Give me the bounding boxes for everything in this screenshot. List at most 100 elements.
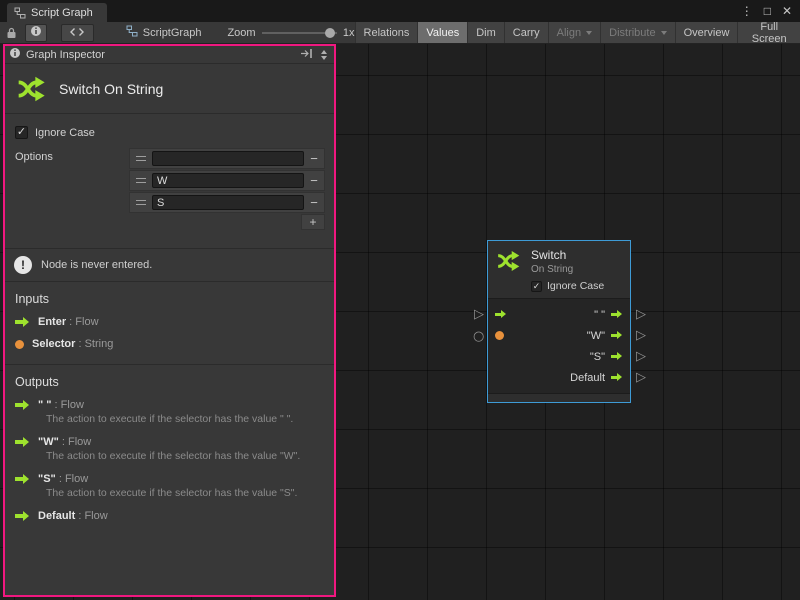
option-input[interactable] — [152, 195, 304, 210]
toolbar-button-dim[interactable]: Dim — [467, 22, 504, 43]
port-triangle-icon[interactable]: ▷ — [636, 350, 649, 363]
node-type-title: Switch On String — [59, 81, 163, 97]
port-circle-icon[interactable]: ○ — [473, 330, 486, 343]
toolbar-button-relations[interactable]: Relations — [355, 22, 418, 43]
input-port-row: SelectorString — [15, 338, 324, 350]
dock-icon[interactable] — [300, 48, 313, 62]
lock-icon[interactable] — [6, 27, 17, 39]
scroll-down-icon[interactable] — [321, 56, 327, 60]
options-label: Options — [13, 148, 129, 163]
code-icon — [70, 25, 84, 40]
warning-text: Node is never entered. — [41, 259, 152, 271]
script-graph-tab-icon — [14, 7, 26, 19]
output-port-row: "S"Flow — [15, 473, 324, 485]
node-body: " " "W" "S" Default — [488, 299, 630, 393]
inputs-header: Inputs — [15, 292, 324, 306]
scroll-up-icon[interactable] — [321, 50, 327, 54]
flow-input-port[interactable] — [495, 310, 507, 319]
remove-option-button[interactable]: − — [304, 193, 324, 212]
tab-title: Script Graph — [31, 7, 93, 19]
flow-output-port[interactable] — [611, 373, 623, 382]
remove-option-button[interactable]: − — [304, 171, 324, 190]
output-port-description: The action to execute if the selector ha… — [46, 413, 324, 425]
add-option-button[interactable]: + — [301, 214, 325, 230]
flow-port-icon — [15, 400, 30, 411]
window-titlebar: Script Graph ⋮ □ ✕ — [0, 0, 800, 22]
toolbar-button-align[interactable]: Align — [548, 22, 600, 43]
output-port-label: " " — [594, 309, 605, 321]
graph-inspector-panel: Graph Inspector — [3, 44, 336, 597]
warning-banner: Node is never entered. — [5, 248, 334, 282]
toolbar-button-distribute[interactable]: Distribute — [600, 22, 674, 43]
option-input[interactable] — [152, 151, 304, 166]
value-port-icon — [15, 340, 24, 349]
toolbar-button-overview[interactable]: Overview — [675, 22, 738, 43]
info-icon — [9, 47, 21, 62]
inspector-toggle-button[interactable] — [25, 24, 47, 42]
inputs-section: Inputs EnterFlow SelectorString — [5, 282, 334, 356]
inspector-title: Graph Inspector — [26, 49, 105, 61]
window-controls: ⋮ □ ✕ — [741, 0, 792, 22]
graph-reference[interactable]: ScriptGraph — [126, 25, 202, 40]
port-triangle-icon[interactable]: ▷ — [636, 371, 649, 384]
toolbar-button-fullscreen[interactable]: Full Screen — [737, 22, 800, 43]
remove-option-button[interactable]: − — [304, 149, 324, 168]
flow-port-icon — [15, 511, 30, 522]
output-port-row: " "Flow — [15, 399, 324, 411]
output-port-label: Default — [570, 372, 605, 384]
warning-icon — [14, 256, 32, 274]
port-triangle-icon[interactable]: ▷ — [636, 308, 649, 321]
option-row: − — [129, 148, 325, 169]
port-triangle-icon[interactable]: ▷ — [636, 329, 649, 342]
zoom-slider[interactable] — [262, 26, 337, 40]
maximize-icon[interactable]: □ — [764, 4, 771, 18]
option-input[interactable] — [152, 173, 304, 188]
info-icon — [30, 25, 42, 40]
caret-down-icon — [661, 31, 667, 35]
caret-down-icon — [586, 31, 592, 35]
selector-input-port[interactable] — [495, 331, 504, 340]
option-row: − — [129, 170, 325, 191]
scroll-arrows[interactable] — [318, 50, 330, 60]
output-port-description: The action to execute if the selector ha… — [46, 450, 324, 462]
drag-handle-icon[interactable] — [136, 156, 146, 161]
flow-output-port[interactable] — [611, 310, 623, 319]
output-port-row: "W"Flow — [15, 436, 324, 448]
switch-on-string-node[interactable]: Switch On String Ignore Case " " — [487, 240, 631, 403]
option-row: − — [129, 192, 325, 213]
flow-port-icon — [15, 474, 30, 485]
zoom-slider-handle[interactable] — [325, 28, 335, 38]
outputs-section: Outputs " "Flow The action to execute if… — [5, 364, 334, 528]
node-ignore-case-label: Ignore Case — [547, 280, 604, 292]
inspector-fields: Ignore Case Options − − — [5, 114, 334, 230]
input-port-row: EnterFlow — [15, 316, 324, 328]
node-footer — [488, 393, 630, 402]
unity-window: Script Graph ⋮ □ ✕ S — [0, 0, 800, 600]
toolbar-button-values[interactable]: Values — [417, 22, 467, 43]
graph-toolbar: ScriptGraph Zoom 1x Relations Values Dim… — [0, 22, 800, 44]
graph-reference-label: ScriptGraph — [143, 27, 202, 39]
close-icon[interactable]: ✕ — [782, 4, 792, 18]
output-port-label: "W" — [587, 330, 605, 342]
flow-output-port[interactable] — [611, 331, 623, 340]
flow-port-icon — [15, 317, 30, 328]
drag-handle-icon[interactable] — [136, 200, 146, 205]
output-port-row: DefaultFlow — [15, 510, 324, 522]
tab-script-graph[interactable]: Script Graph — [7, 3, 107, 22]
main-area: Switch On String Ignore Case " " — [0, 44, 800, 600]
zoom-value: 1x — [343, 27, 355, 39]
kebab-menu-icon[interactable]: ⋮ — [741, 4, 753, 18]
node-ignore-case-checkbox[interactable] — [531, 281, 542, 292]
inspector-node-titlerow: Switch On String — [5, 64, 334, 114]
ignore-case-checkbox[interactable] — [15, 126, 28, 139]
code-view-button[interactable] — [61, 24, 94, 42]
ignore-case-row: Ignore Case — [15, 126, 324, 139]
output-port-description: The action to execute if the selector ha… — [46, 487, 324, 499]
switch-node-icon — [16, 73, 48, 105]
flow-output-port[interactable] — [611, 352, 623, 361]
toolbar-button-carry[interactable]: Carry — [504, 22, 548, 43]
port-triangle-icon[interactable]: ▷ — [474, 308, 487, 321]
zoom-label: Zoom — [227, 27, 255, 39]
node-ignore-case-row: Ignore Case — [531, 280, 604, 292]
drag-handle-icon[interactable] — [136, 178, 146, 183]
